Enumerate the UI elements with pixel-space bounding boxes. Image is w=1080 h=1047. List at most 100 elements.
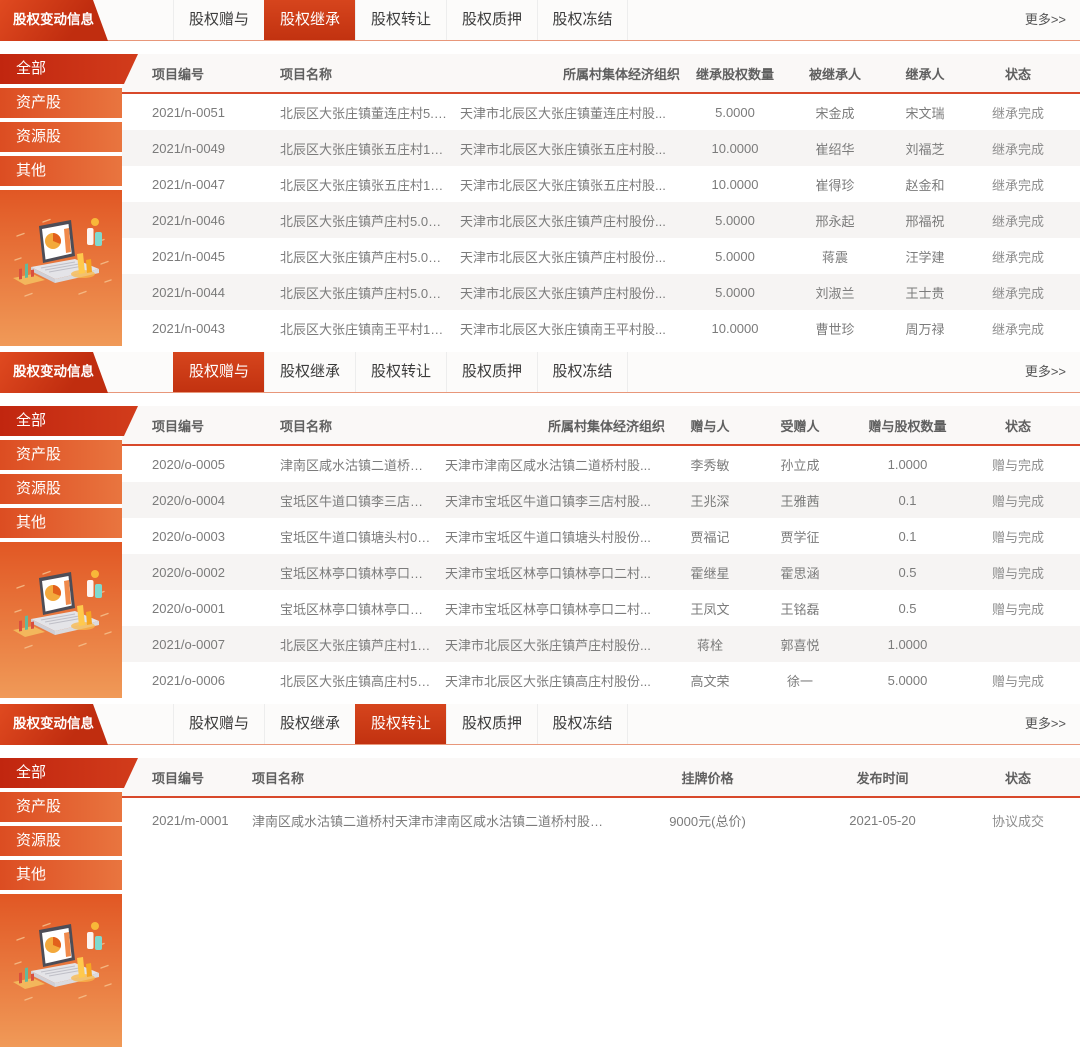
sidebar-item-asset-shares[interactable]: 资产股 (0, 440, 122, 470)
sidebar-item-asset-shares[interactable]: 资产股 (0, 792, 122, 822)
table-row[interactable]: 2020/o-0002宝坻区林亭口镇林亭口二村0.5股股权赠与...天津市宝坻区… (122, 554, 1080, 590)
table-cell: 2021/m-0001 (152, 813, 252, 828)
more-link[interactable]: 更多>> (1025, 0, 1066, 40)
sidebar: 全部资产股资源股其他 (0, 406, 122, 698)
table-cell: 继承完成 (970, 211, 1066, 230)
table-cell: 10.0000 (680, 141, 790, 156)
column-header: 继承股权数量 (680, 64, 790, 83)
sidebar-item-asset-shares[interactable]: 资产股 (0, 88, 122, 118)
table-cell: 2020/o-0001 (152, 601, 262, 616)
table-row[interactable]: 2021/o-0007北辰区大张庄镇芦庄村1.0000股股权赠与...天津市北辰… (122, 626, 1080, 662)
table-cell: 北辰区大张庄镇董连庄村5.0000股股权继... (280, 103, 460, 122)
tab-bar: 股权赠与股权继承股权转让股权质押股权冻结 (173, 704, 1080, 744)
table-cell: 1.0000 (845, 457, 970, 472)
table-cell: 5.0000 (680, 285, 790, 300)
tab-equity-pledge[interactable]: 股权质押 (446, 0, 537, 40)
tab-equity-gift[interactable]: 股权赠与 (173, 352, 264, 392)
table-cell: 天津市宝坻区林亭口镇林亭口二村... (445, 563, 665, 582)
sidebar-item-resource-shares[interactable]: 资源股 (0, 122, 122, 152)
sidebar: 全部资产股资源股其他 (0, 758, 122, 1047)
sidebar-item-resource-shares[interactable]: 资源股 (0, 826, 122, 856)
more-link[interactable]: 更多>> (1025, 704, 1066, 744)
table-row[interactable]: 2020/o-0001宝坻区林亭口镇林亭口二村0.5股股权赠与...天津市宝坻区… (122, 590, 1080, 626)
table-cell: 津南区咸水沽镇二道桥村1.0000股股权赠... (280, 455, 445, 474)
column-header: 赠与人 (665, 416, 755, 435)
table-cell: 2021/n-0046 (152, 213, 262, 228)
tab-equity-gift[interactable]: 股权赠与 (173, 704, 264, 744)
table-cell: 北辰区大张庄镇芦庄村5.0000股股权继承... (280, 247, 460, 266)
table-row[interactable]: 2021/o-0006北辰区大张庄镇高庄村5.0000股股权赠与...天津市北辰… (122, 662, 1080, 698)
table-cell: 2021/n-0043 (152, 321, 262, 336)
column-header: 项目编号 (152, 64, 262, 83)
tab-equity-transfer[interactable]: 股权转让 (355, 352, 446, 392)
column-header: 状态 (970, 64, 1066, 83)
sidebar-item-other[interactable]: 其他 (0, 860, 122, 890)
table-row[interactable]: 2020/o-0004宝坻区牛道口镇李三店村0.1股股权赠与项目天津市宝坻区牛道… (122, 482, 1080, 518)
table-cell: 2020/o-0002 (152, 565, 262, 580)
sidebar-item-all[interactable]: 全部 (0, 406, 138, 436)
tab-equity-transfer[interactable]: 股权转让 (355, 0, 446, 40)
tab-equity-transfer[interactable]: 股权转让 (355, 704, 446, 744)
table-cell: 10.0000 (680, 321, 790, 336)
sidebar-illustration-area (0, 894, 122, 1047)
sidebar-item-other[interactable]: 其他 (0, 508, 122, 538)
data-table: 项目编号项目名称所属村集体经济组织继承股权数量被继承人继承人状态 2021/n-… (122, 54, 1080, 346)
sidebar-filters: 全部资产股资源股其他 (0, 54, 122, 190)
table-row[interactable]: 2021/n-0049北辰区大张庄镇张五庄村10.0000股股权继...天津市北… (122, 130, 1080, 166)
more-link[interactable]: 更多>> (1025, 352, 1066, 392)
data-table: 项目编号项目名称挂牌价格发布时间状态 2021/m-0001津南区咸水沽镇二道桥… (122, 758, 1080, 1047)
panel-content: 全部资产股资源股其他 项目编号项目名称挂牌价格发布时间状态 2021/m-000… (0, 758, 1080, 1047)
table-cell: 10.0000 (680, 177, 790, 192)
table-cell: 继承完成 (970, 283, 1066, 302)
table-row[interactable]: 2021/n-0045北辰区大张庄镇芦庄村5.0000股股权继承...天津市北辰… (122, 238, 1080, 274)
column-header: 所属村集体经济组织 (460, 64, 680, 83)
table-row[interactable]: 2020/o-0003宝坻区牛道口镇塘头村0.1股股权赠与项目天津市宝坻区牛道口… (122, 518, 1080, 554)
table-cell: 0.1 (845, 493, 970, 508)
table-row[interactable]: 2021/n-0043北辰区大张庄镇南王平村10.0000股股权继...天津市北… (122, 310, 1080, 346)
tab-equity-gift[interactable]: 股权赠与 (173, 0, 264, 40)
table-cell: 5.0000 (680, 213, 790, 228)
tab-equity-freeze[interactable]: 股权冻结 (537, 352, 628, 392)
table-cell: 北辰区大张庄镇芦庄村5.0000股股权继承... (280, 211, 460, 230)
tab-bar: 股权赠与股权继承股权转让股权质押股权冻结 (173, 0, 1080, 40)
table-cell: 刘福芝 (880, 139, 970, 158)
column-header: 赠与股权数量 (845, 416, 970, 435)
sidebar-item-all[interactable]: 全部 (0, 54, 138, 84)
column-header: 项目编号 (152, 768, 252, 787)
table-cell: 天津市北辰区大张庄镇芦庄村股份... (460, 283, 680, 302)
panel-title-ribbon: 股权变动信息 (0, 0, 108, 41)
tab-equity-inheritance[interactable]: 股权继承 (264, 0, 355, 40)
sidebar-item-all[interactable]: 全部 (0, 758, 138, 788)
table-cell: 0.5 (845, 601, 970, 616)
table-cell: 蒋栓 (665, 635, 755, 654)
sidebar-item-other[interactable]: 其他 (0, 156, 122, 186)
table-cell: 赠与完成 (970, 599, 1066, 618)
panel-title-ribbon: 股权变动信息 (0, 352, 108, 393)
tab-equity-freeze[interactable]: 股权冻结 (537, 0, 628, 40)
table-cell: 邢永起 (790, 211, 880, 230)
table-cell: 郭喜悦 (755, 635, 845, 654)
sidebar-item-resource-shares[interactable]: 资源股 (0, 474, 122, 504)
column-header: 发布时间 (795, 768, 970, 787)
table-row[interactable]: 2021/n-0047北辰区大张庄镇张五庄村10.0000股股权继...天津市北… (122, 166, 1080, 202)
table-cell: 继承完成 (970, 103, 1066, 122)
table-cell: 天津市宝坻区林亭口镇林亭口二村... (445, 599, 665, 618)
table-header-row: 项目编号项目名称所属村集体经济组织继承股权数量被继承人继承人状态 (122, 54, 1080, 94)
tab-equity-inheritance[interactable]: 股权继承 (264, 704, 355, 744)
table-cell: 5.0000 (680, 105, 790, 120)
table-row[interactable]: 2021/m-0001津南区咸水沽镇二道桥村天津市津南区咸水沽镇二道桥村股份经.… (122, 798, 1080, 842)
tab-equity-pledge[interactable]: 股权质押 (446, 704, 537, 744)
table-row[interactable]: 2020/o-0005津南区咸水沽镇二道桥村1.0000股股权赠...天津市津南… (122, 446, 1080, 482)
table-cell: 王士贵 (880, 283, 970, 302)
table-cell: 天津市北辰区大张庄镇高庄村股份... (445, 671, 665, 690)
table-cell: 2021/n-0047 (152, 177, 262, 192)
laptop-chart-illustration (9, 916, 113, 1008)
table-cell: 天津市北辰区大张庄镇南王平村股... (460, 319, 680, 338)
table-row[interactable]: 2021/n-0046北辰区大张庄镇芦庄村5.0000股股权继承...天津市北辰… (122, 202, 1080, 238)
tab-equity-freeze[interactable]: 股权冻结 (537, 704, 628, 744)
tab-equity-inheritance[interactable]: 股权继承 (264, 352, 355, 392)
tab-bar: 股权赠与股权继承股权转让股权质押股权冻结 (173, 352, 1080, 392)
table-row[interactable]: 2021/n-0051北辰区大张庄镇董连庄村5.0000股股权继...天津市北辰… (122, 94, 1080, 130)
table-row[interactable]: 2021/n-0044北辰区大张庄镇芦庄村5.0000股股权继承...天津市北辰… (122, 274, 1080, 310)
tab-equity-pledge[interactable]: 股权质押 (446, 352, 537, 392)
